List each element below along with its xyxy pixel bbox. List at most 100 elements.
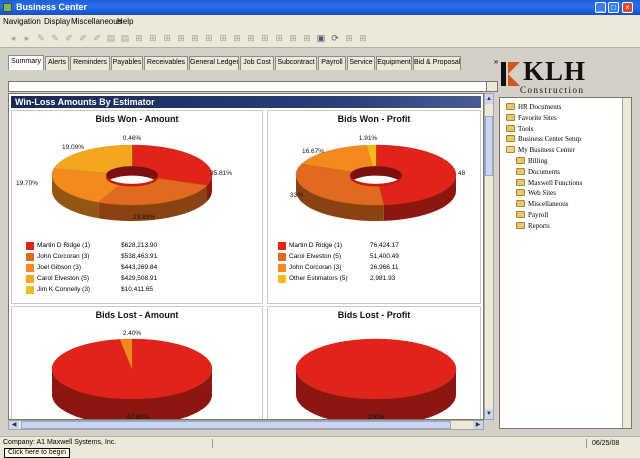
scroll-thumb[interactable] <box>485 116 493 176</box>
app-icon <box>3 3 12 12</box>
tree-item-label: Payroll <box>528 211 549 219</box>
tab-job-cost[interactable]: Job Cost <box>240 56 274 70</box>
legend-row: John Corcoran (3) $538,463.91 <box>26 252 266 263</box>
pie-slice-percent-label: 0.46% <box>123 135 142 142</box>
tool-icon[interactable]: ⊞ <box>204 33 214 43</box>
maximize-button[interactable]: □ <box>608 2 619 13</box>
scroll-up-arrow-icon[interactable]: ▲ <box>485 94 493 104</box>
tree-item-label: Business Center Setup <box>518 135 581 144</box>
tree-item-label: Tools <box>518 124 534 133</box>
tab-alerts[interactable]: Alerts <box>45 56 69 70</box>
legend-row: Martin D Ridge (1) $628,213.90 <box>26 241 266 252</box>
filter-bar[interactable] <box>8 81 488 92</box>
scroll-left-arrow-icon[interactable]: ◀ <box>9 421 19 429</box>
legend-value: 51,400.49 <box>370 253 399 260</box>
edit-icon[interactable]: ✐ <box>78 33 88 43</box>
forward-icon[interactable]: ▸ <box>22 33 32 43</box>
tab-equipment[interactable]: Equipment <box>376 56 412 70</box>
scroll-right-arrow-icon[interactable]: ▶ <box>473 421 483 429</box>
refresh-icon[interactable]: ⟳ <box>330 33 340 43</box>
tool-icon[interactable]: ⊞ <box>260 33 270 43</box>
filter-bar-button[interactable] <box>486 81 498 92</box>
klh-logo-mark-icon <box>501 62 520 86</box>
pie-slice-percent-label: 16.67% <box>302 148 324 155</box>
tree-item-label: Maxwell Functions <box>528 178 583 187</box>
pie-chart-bids-lost-amount: 97.60%2.40% <box>51 330 213 419</box>
tab-reminders[interactable]: Reminders <box>70 56 110 70</box>
lock-icon[interactable]: ▣ <box>316 33 326 43</box>
legend-row: Carol Elveston (5) 51,400.49 <box>278 252 483 263</box>
tool-icon[interactable]: ⊞ <box>288 33 298 43</box>
pen-icon[interactable]: ✎ <box>50 33 60 43</box>
close-button[interactable]: × <box>622 2 633 13</box>
legend-value: $628,213.90 <box>121 242 158 249</box>
tool-icon[interactable]: ⊞ <box>302 33 312 43</box>
folder-icon <box>516 211 525 218</box>
pen-icon[interactable]: ✎ <box>36 33 46 43</box>
legend-label: John Corcoran (3) <box>289 264 342 271</box>
chart-panel-bids-won-profit: Bids Won - Profit 48 33% 16.67% 1.91% Marti… <box>267 110 481 304</box>
horizontal-scrollbar[interactable]: ◀ ▶ <box>8 420 484 430</box>
window-title: Business Center <box>16 2 88 12</box>
pie-chart-bids-won-amount: 35.81% 23.93% 19.70% 19.09% 0.46% <box>16 135 232 221</box>
legend-value: $538,463.91 <box>121 253 158 260</box>
tool-icon[interactable]: ⊞ <box>190 33 200 43</box>
legend-label: Carol Elveston (5) <box>289 253 342 260</box>
chart-legend: Martin D Ridge (1) $628,213.90 John Corcor… <box>26 241 266 296</box>
folder-icon <box>516 200 525 208</box>
tree-item-label: Documents <box>528 167 560 176</box>
scroll-down-arrow-icon[interactable]: ▼ <box>485 409 493 419</box>
begin-button[interactable]: Click here to begin <box>4 448 70 458</box>
status-bar: Company: A1 Maxwell Systems, Inc. 06/25/… <box>0 436 640 458</box>
edit-icon[interactable]: ✐ <box>64 33 74 43</box>
tool-icon[interactable]: ⊞ <box>148 33 158 43</box>
tool-icon[interactable]: ⊞ <box>246 33 256 43</box>
folder-icon <box>516 178 525 186</box>
tool-icon[interactable]: ⊞ <box>344 33 354 43</box>
dashboard-content: Win-Loss Amounts By Estimator Bids Won -… <box>8 93 484 420</box>
folder-icon <box>506 113 515 121</box>
tab-general-ledger[interactable]: General Ledger <box>189 56 239 70</box>
pie-slice-percent-label: 1.91% <box>359 135 378 142</box>
tab-payroll[interactable]: Payroll <box>318 56 346 70</box>
chart-panel-bids-won-amount: Bids Won - Amount 35.81% 23.93% 19.70% 19.0… <box>11 110 263 304</box>
tab-service[interactable]: Service <box>347 56 375 70</box>
page-icon[interactable]: ▤ <box>106 33 116 43</box>
chart-panel-bids-lost-amount: Bids Lost - Amount 97.60% 2.40% <box>11 306 263 419</box>
pie-chart-bids-won-profit: 48 33% 16.67% 1.91% <box>290 135 466 221</box>
legend-value: 2,981.93 <box>370 275 396 282</box>
tool-icon[interactable]: ⊞ <box>134 33 144 43</box>
tree-scrollbar[interactable] <box>622 98 631 428</box>
legend-swatch <box>26 264 34 272</box>
title-bar: Business Center _ □ × <box>0 0 640 15</box>
tool-icon[interactable]: ⊞ <box>232 33 242 43</box>
menu-display[interactable]: Display <box>44 17 70 26</box>
vertical-scrollbar[interactable]: ▲ ▼ <box>484 93 494 420</box>
back-icon[interactable]: ◂ <box>8 33 18 43</box>
pie-slice-percent-label: 19.09% <box>62 144 84 151</box>
tab-payables[interactable]: Payables <box>111 56 143 70</box>
edit-icon[interactable]: ✐ <box>92 33 102 43</box>
tab-bid-proposal[interactable]: Bid & Proposal <box>413 56 461 70</box>
tool-icon[interactable]: ⊞ <box>358 33 368 43</box>
legend-row: Carol Elveston (5) $429,508.91 <box>26 274 266 285</box>
page-icon[interactable]: ▤ <box>120 33 130 43</box>
menu-miscellaneous[interactable]: Miscellaneous <box>71 17 122 26</box>
scroll-thumb[interactable] <box>21 421 451 429</box>
legend-swatch <box>278 264 286 272</box>
pie-slice-percent-label: 48 <box>458 170 466 177</box>
tab-summary[interactable]: Summary <box>8 55 44 70</box>
tab-subcontract[interactable]: Subcontract <box>275 56 317 70</box>
folder-icon <box>506 124 515 132</box>
menu-help[interactable]: Help <box>117 17 133 26</box>
tool-icon[interactable]: ⊞ <box>162 33 172 43</box>
minimize-button[interactable]: _ <box>595 2 606 13</box>
menu-navigation[interactable]: Navigation <box>3 17 41 26</box>
tool-icon[interactable]: ⊞ <box>218 33 228 43</box>
tool-icon[interactable]: ⊞ <box>176 33 186 43</box>
tree-item-label: Reports <box>528 221 550 230</box>
tab-receivables[interactable]: Receivables <box>144 56 188 70</box>
legend-label: Carol Elveston (5) <box>37 275 90 282</box>
legend-value: $443,269.84 <box>121 264 158 271</box>
tool-icon[interactable]: ⊞ <box>274 33 284 43</box>
